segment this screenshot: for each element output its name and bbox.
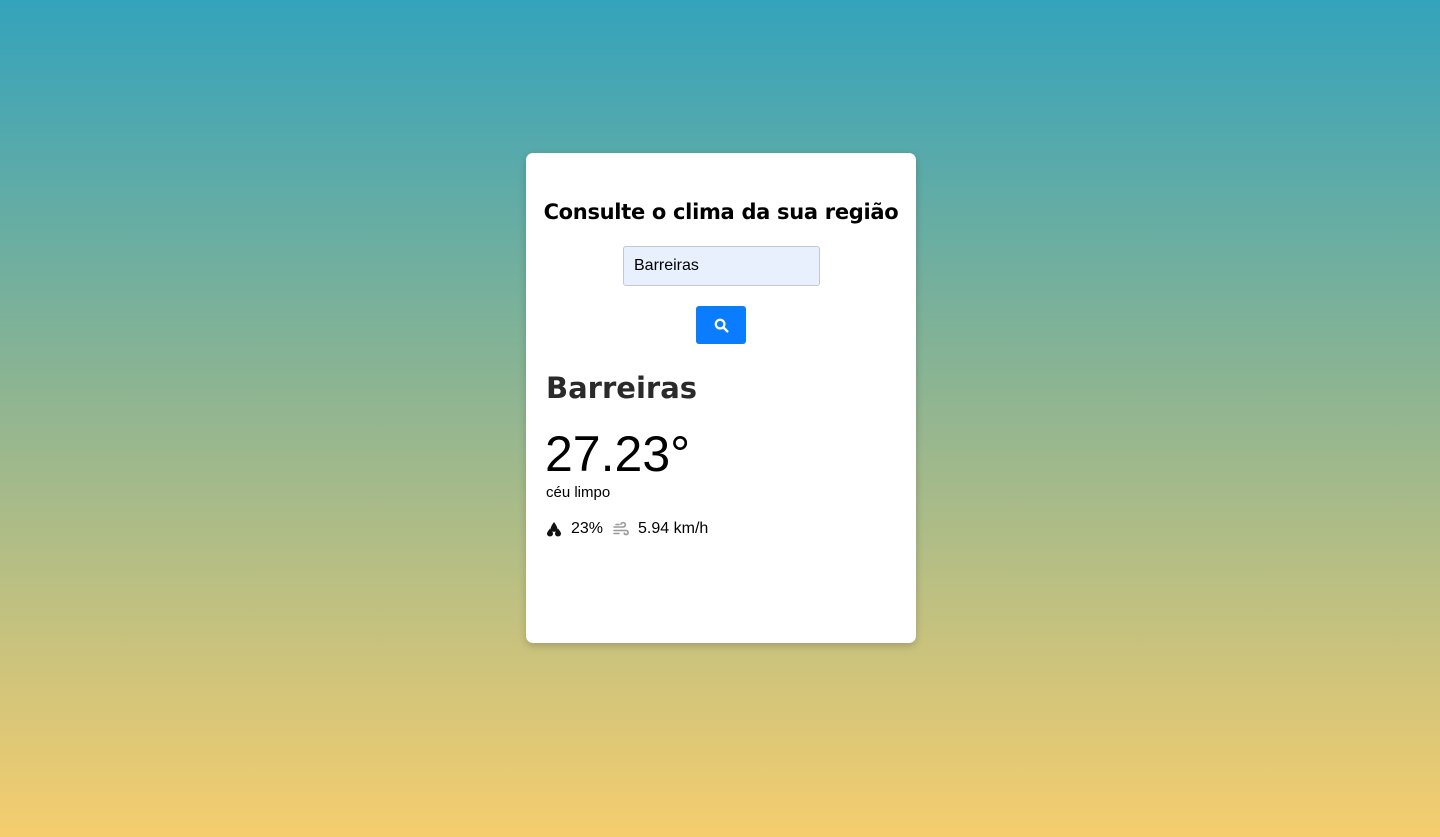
search-button[interactable] — [696, 306, 746, 344]
weather-card: Consulte o clima da sua região Barreiras… — [526, 153, 916, 643]
wind-icon — [613, 522, 629, 536]
wind-speed-value: 5.94 km/h — [638, 520, 709, 537]
weather-description: céu limpo — [546, 484, 611, 501]
droplets-icon — [546, 521, 562, 537]
city-name: Barreiras — [546, 371, 698, 405]
city-search-input[interactable] — [623, 246, 820, 286]
search-icon — [714, 318, 729, 333]
weather-details: 23% 5.94 km/h — [546, 520, 718, 538]
humidity-value: 23% — [571, 520, 604, 537]
temperature: 27.23° — [545, 426, 691, 482]
page-title: Consulte o clima da sua região — [543, 200, 899, 224]
